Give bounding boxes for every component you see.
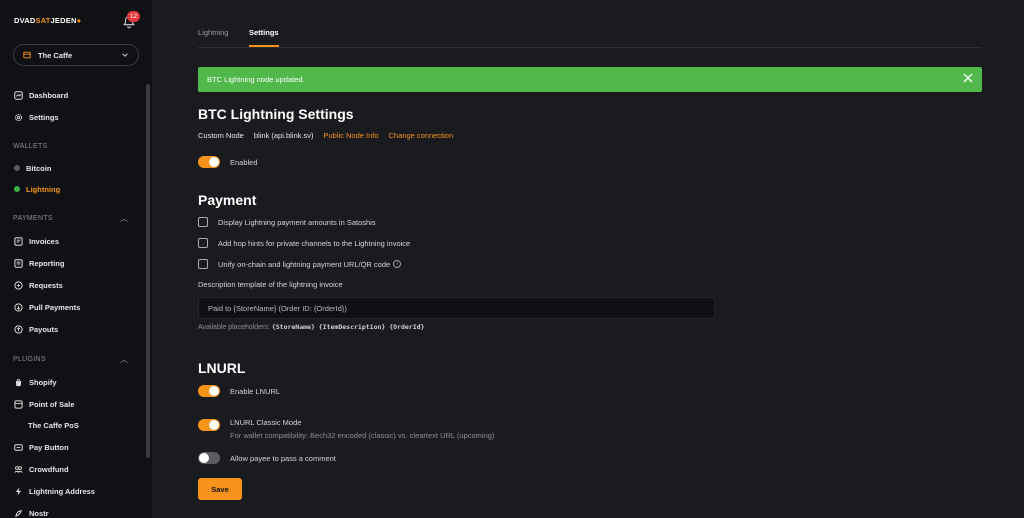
sidebar-item-invoices[interactable]: Invoices xyxy=(14,234,59,248)
public-node-info-link[interactable]: Public Node Info xyxy=(323,131,378,140)
sidebar-item-the-caffe-pos[interactable]: The Caffe PoS xyxy=(28,418,79,432)
classic-mode-row: LNURL Classic Mode For wallet compatibil… xyxy=(198,418,494,440)
enable-lnurl-row: Enable LNURL xyxy=(198,385,280,397)
satoshis-checkbox[interactable] xyxy=(198,217,208,227)
description-label: Description template of the lightning in… xyxy=(198,280,343,289)
chevron-down-icon xyxy=(122,53,128,57)
chevron-up-icon[interactable]: ︿ xyxy=(120,354,128,365)
request-icon xyxy=(14,280,23,290)
save-button[interactable]: Save xyxy=(198,478,242,500)
sidebar-item-point-of-sale[interactable]: Point of Sale xyxy=(14,397,74,411)
sidebar-item-shopify[interactable]: Shopify xyxy=(14,375,57,389)
sidebar: DVADSATJEDEN● 12 The Caffe Dashboard Set… xyxy=(0,0,153,518)
payout-icon xyxy=(14,324,23,334)
hop-hints-checkbox[interactable] xyxy=(198,238,208,248)
pay-button-icon xyxy=(14,443,23,451)
alert-text: BTC Lightning node updated. xyxy=(207,75,305,84)
option-hop-hints: Add hop hints for private channels to th… xyxy=(198,238,410,248)
sidebar-scrollbar[interactable] xyxy=(146,84,150,458)
tab-settings[interactable]: Settings xyxy=(249,28,279,47)
custom-node-label: Custom Node xyxy=(198,131,244,140)
chevron-up-icon[interactable]: ︿ xyxy=(120,213,128,224)
report-icon xyxy=(14,258,23,268)
sidebar-item-bitcoin[interactable]: Bitcoin xyxy=(14,161,51,175)
sidebar-item-lightning[interactable]: Lightning xyxy=(14,182,60,196)
placeholders-list: {StoreName} {ItemDescription} {OrderId} xyxy=(271,323,425,331)
info-icon[interactable]: i xyxy=(393,260,402,268)
sidebar-item-payouts[interactable]: Payouts xyxy=(14,322,58,336)
classic-mode-label: LNURL Classic Mode xyxy=(230,418,302,427)
sidebar-item-requests[interactable]: Requests xyxy=(14,278,63,292)
status-dot-icon xyxy=(14,165,20,171)
tab-lightning[interactable]: Lightning xyxy=(198,28,228,37)
sidebar-item-lightning-address[interactable]: Lightning Address xyxy=(14,484,95,498)
store-icon xyxy=(23,51,31,59)
notification-badge: 12 xyxy=(127,11,140,22)
unify-checkbox[interactable] xyxy=(198,259,208,269)
comment-toggle[interactable] xyxy=(198,452,220,464)
description-template-input[interactable]: Paid to {StoreName} (Order ID: {OrderId}… xyxy=(198,297,715,319)
enabled-row: Enabled xyxy=(198,156,258,168)
section-wallets: WALLETS xyxy=(13,143,48,150)
lnurl-title: LNURL xyxy=(198,360,246,376)
sidebar-item-nostr[interactable]: Nostr xyxy=(14,506,49,518)
section-payments: PAYMENTS xyxy=(13,215,53,222)
sidebar-item-crowdfund[interactable]: Crowdfund xyxy=(14,462,69,476)
close-icon[interactable] xyxy=(962,72,974,84)
placeholders-help: Available placeholders: {StoreName} {Ite… xyxy=(198,323,425,331)
dashboard-icon xyxy=(14,90,23,100)
pull-payment-icon xyxy=(14,302,23,312)
status-dot-icon xyxy=(14,186,20,192)
change-connection-link[interactable]: Change connection xyxy=(389,131,454,140)
custom-node-value: blink (api.blink.sv) xyxy=(253,131,314,140)
lightning-bolt-icon xyxy=(15,486,22,496)
section-plugins: PLUGINS xyxy=(13,356,46,363)
sidebar-item-pay-button[interactable]: Pay Button xyxy=(14,440,69,454)
sidebar-item-reporting[interactable]: Reporting xyxy=(14,256,64,270)
lightning-settings-title: BTC Lightning Settings xyxy=(198,106,354,122)
classic-mode-toggle[interactable] xyxy=(198,419,220,431)
sidebar-item-settings[interactable]: Settings xyxy=(14,110,59,124)
enabled-toggle[interactable] xyxy=(198,156,220,168)
shopify-icon xyxy=(15,378,22,386)
nostr-icon xyxy=(15,509,22,517)
gear-icon xyxy=(14,113,23,121)
custom-node-row: Custom Node blink (api.blink.sv) Public … xyxy=(198,131,453,140)
store-selector[interactable]: The Caffe xyxy=(13,44,139,66)
crowdfund-icon xyxy=(14,465,23,473)
logo[interactable]: DVADSATJEDEN● xyxy=(14,16,81,25)
pos-icon xyxy=(14,399,23,409)
tab-bar: Lightning Settings xyxy=(198,24,982,48)
classic-mode-help: For wallet compatibility: Bech32 encoded… xyxy=(230,431,495,440)
enable-lnurl-toggle[interactable] xyxy=(198,385,220,397)
sidebar-item-dashboard[interactable]: Dashboard xyxy=(14,88,68,102)
invoice-icon xyxy=(14,236,23,246)
store-name: The Caffe xyxy=(38,50,73,60)
success-alert: BTC Lightning node updated. xyxy=(198,67,982,92)
sidebar-item-pull-payments[interactable]: Pull Payments xyxy=(14,300,80,314)
payment-title: Payment xyxy=(198,192,257,208)
enabled-label: Enabled xyxy=(230,157,258,167)
option-satoshis: Display Lightning payment amounts in Sat… xyxy=(198,217,376,227)
comment-row: Allow payee to pass a comment xyxy=(198,452,336,464)
option-unify: Unify on-chain and lightning payment URL… xyxy=(198,259,402,269)
